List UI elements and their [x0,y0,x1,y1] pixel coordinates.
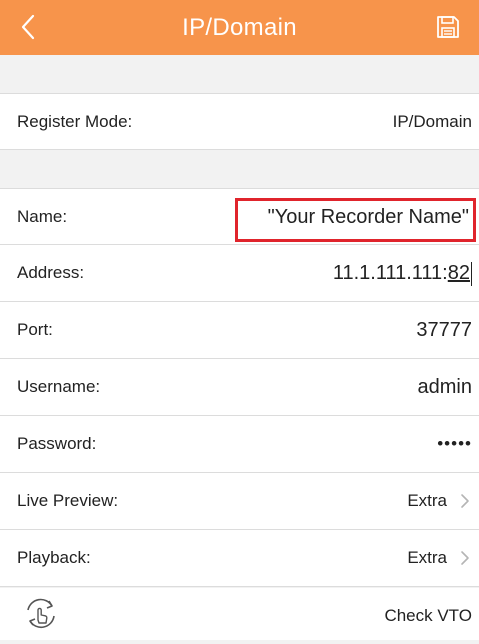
password-label: Password: [17,434,97,453]
section-gap [0,55,479,93]
address-value: 11.1.111.111: [332,262,448,284]
playback-label: Playback: [17,548,91,567]
app-header: IP/Domain [0,0,479,55]
username-row: Username: admin [0,359,479,416]
save-icon [437,16,459,38]
address-port-fragment: 82 [447,262,470,284]
address-label: Address: [17,263,85,282]
port-label: Port: [17,320,53,339]
username-input[interactable]: admin [418,359,472,415]
save-button[interactable] [435,14,461,40]
name-highlight-box [235,198,476,242]
playback-value: Extra [407,548,447,567]
rotate-hand-icon[interactable] [22,596,60,630]
section-gap [0,150,479,188]
password-input[interactable]: ••••• [437,416,472,472]
register-mode-value: IP/Domain [392,112,472,131]
register-mode-label: Register Mode: [17,112,133,131]
playback-row[interactable]: Playback: Extra [0,530,479,587]
chevron-right-icon [461,551,469,565]
username-label: Username: [17,377,101,396]
address-input[interactable]: 11.1.111.111:82 [333,245,472,301]
chevron-right-icon [461,494,469,508]
check-vto-row[interactable]: Check VTO [0,588,479,640]
live-preview-value: Extra [407,491,447,510]
register-mode-row[interactable]: Register Mode: IP/Domain [0,93,479,150]
page-title: IP/Domain [182,14,297,41]
address-row: Address: 11.1.111.111:82 [0,245,479,302]
check-vto-button[interactable]: Check VTO [384,588,472,644]
live-preview-label: Live Preview: [17,491,119,510]
port-input[interactable]: 37777 [416,302,472,358]
name-label: Name: [17,207,68,226]
port-row: Port: 37777 [0,302,479,359]
password-row: Password: ••••• [0,416,479,473]
live-preview-row[interactable]: Live Preview: Extra [0,473,479,530]
text-cursor [471,261,472,286]
